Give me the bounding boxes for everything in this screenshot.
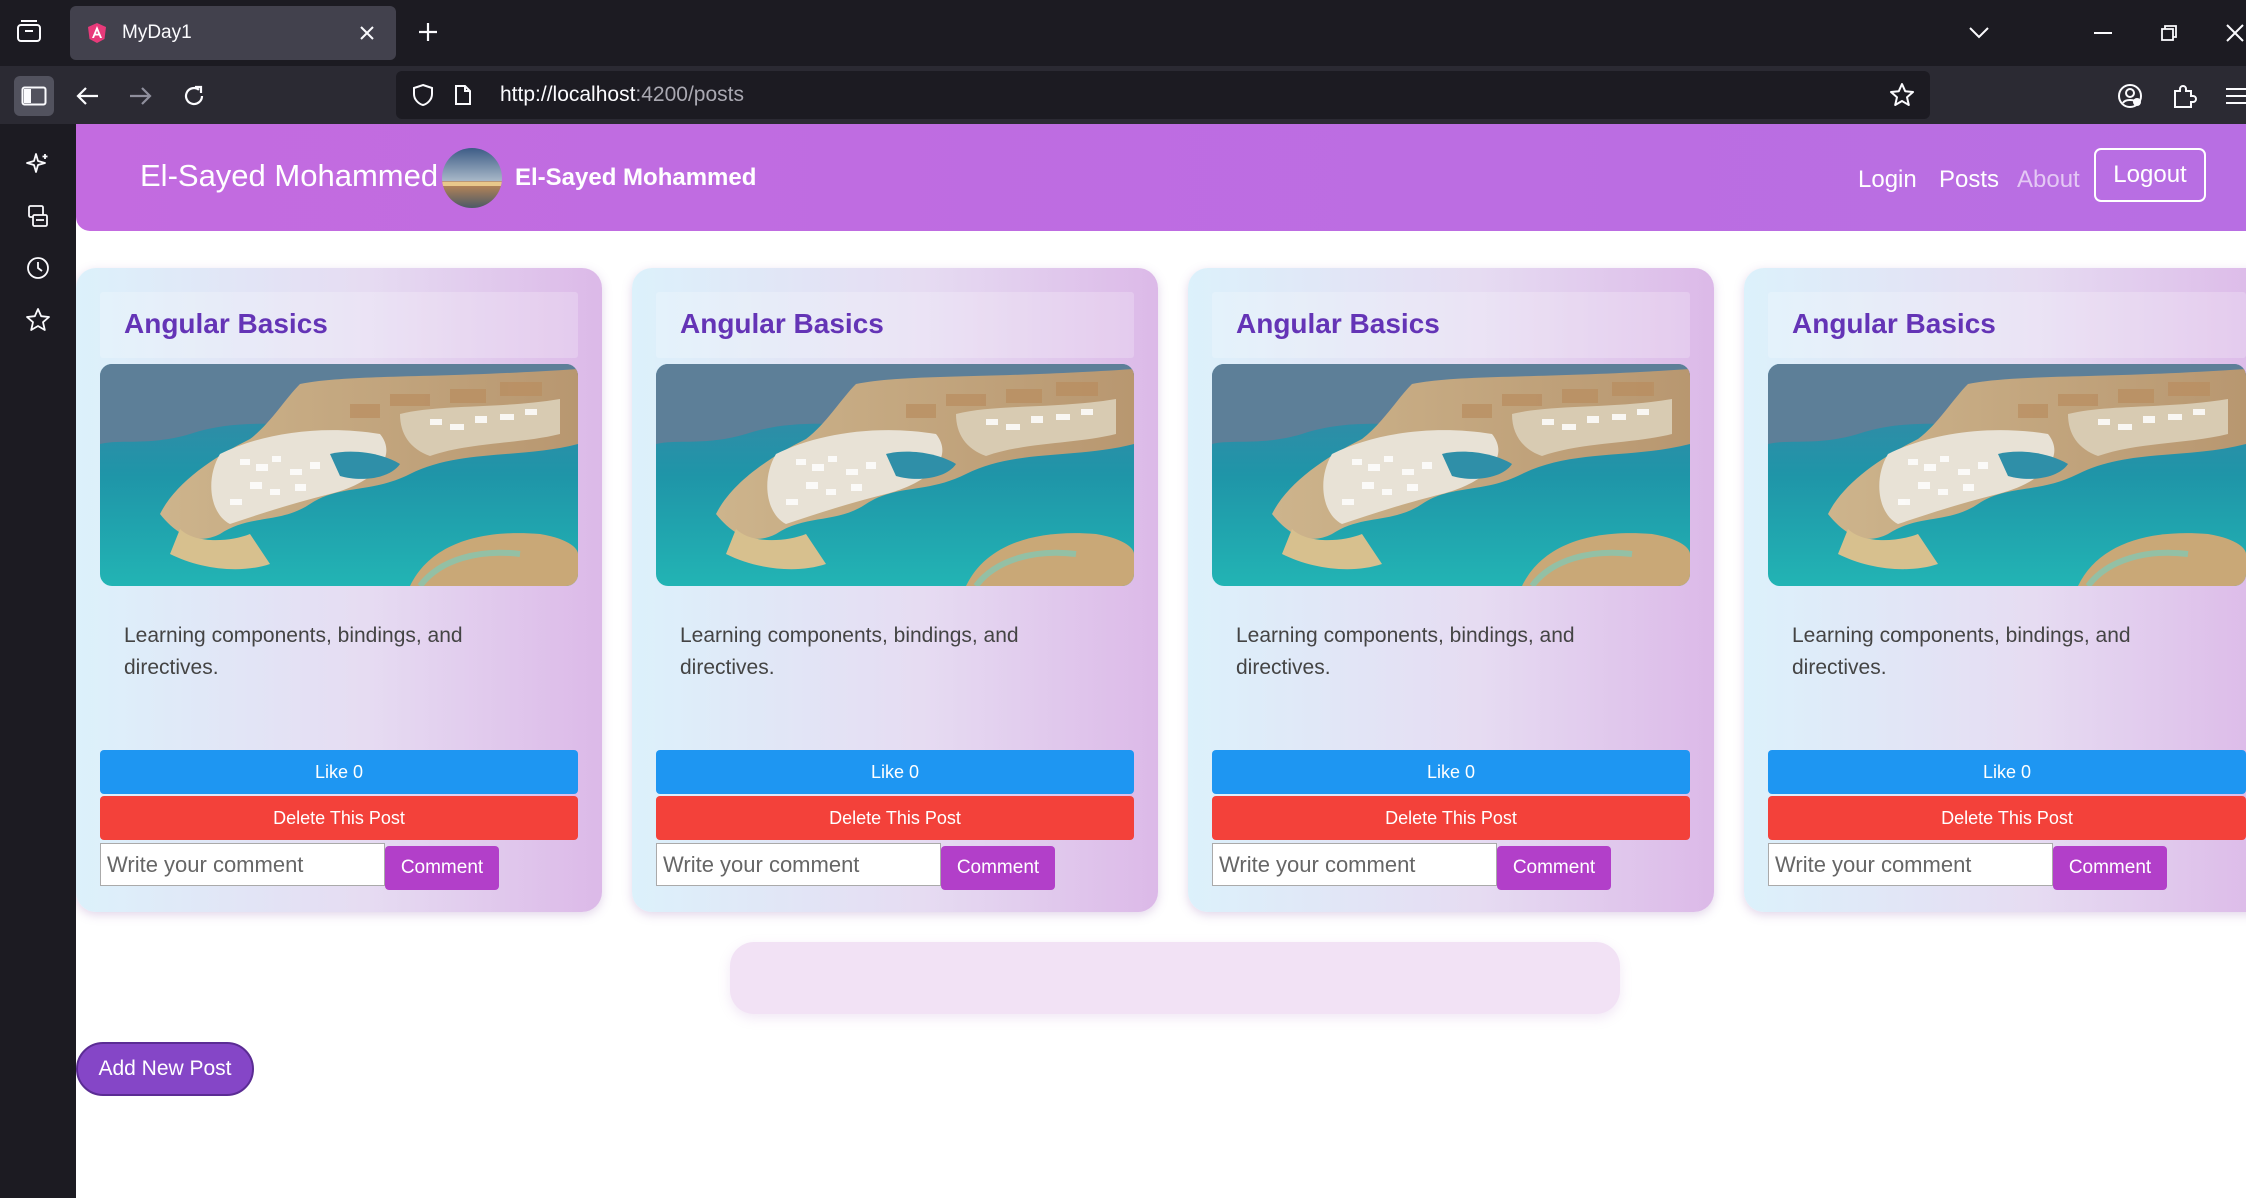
post-title-bar: Angular Basics bbox=[1768, 292, 2246, 358]
post-card: Angular Basics Learning components, bind… bbox=[1188, 268, 1714, 912]
comment-button[interactable]: Comment bbox=[1497, 846, 1611, 890]
sidebar-toggle-icon[interactable] bbox=[14, 76, 54, 116]
app-header: El-Sayed Mohammed El-Sayed Mohammed Logi… bbox=[76, 124, 2246, 231]
sparkle-ai-icon[interactable] bbox=[18, 144, 58, 184]
post-image bbox=[656, 364, 1134, 586]
tab-title: MyDay1 bbox=[122, 22, 192, 43]
browser-sidebar bbox=[0, 124, 76, 1198]
post-card: Angular Basics Learning components, bind… bbox=[632, 268, 1158, 912]
account-icon[interactable] bbox=[2110, 76, 2150, 116]
comment-input[interactable] bbox=[656, 843, 941, 886]
post-title: Angular Basics bbox=[1792, 308, 1996, 339]
post-title: Angular Basics bbox=[680, 308, 884, 339]
shield-icon[interactable] bbox=[408, 80, 438, 110]
post-card: Angular Basics Learning components, bind… bbox=[76, 268, 602, 912]
window-close-icon[interactable] bbox=[2218, 16, 2246, 50]
url-host: http://localhost bbox=[500, 83, 636, 106]
comment-button[interactable]: Comment bbox=[941, 846, 1055, 890]
address-bar[interactable]: http://localhost:4200/posts bbox=[396, 71, 1930, 119]
post-title: Angular Basics bbox=[124, 308, 328, 339]
browser-nav-bar: http://localhost:4200/posts bbox=[0, 66, 2246, 124]
post-title-bar: Angular Basics bbox=[656, 292, 1134, 358]
add-new-post-button[interactable]: Add New Post bbox=[76, 1042, 254, 1096]
post-card: Angular Basics Learning components, bind… bbox=[1744, 268, 2246, 912]
nav-login-link[interactable]: Login bbox=[1858, 166, 1917, 194]
angular-favicon-icon bbox=[86, 22, 108, 44]
browser-tab-bar: MyDay1 bbox=[0, 0, 2246, 66]
hamburger-menu-icon[interactable] bbox=[2216, 76, 2246, 116]
logout-button[interactable]: Logout bbox=[2094, 148, 2206, 202]
page-icon[interactable] bbox=[448, 80, 478, 110]
post-body: Learning components, bindings, and direc… bbox=[124, 624, 463, 679]
brand-name[interactable]: El-Sayed Mohammed bbox=[140, 158, 438, 194]
page-content: El-Sayed Mohammed El-Sayed Mohammed Logi… bbox=[76, 124, 2246, 1198]
synced-tabs-icon[interactable] bbox=[18, 196, 58, 236]
avatar bbox=[442, 148, 502, 208]
delete-post-button[interactable]: Delete This Post bbox=[656, 796, 1134, 840]
url-path: :4200/posts bbox=[635, 83, 745, 106]
post-title: Angular Basics bbox=[1236, 308, 1440, 339]
star-icon[interactable] bbox=[1884, 77, 1920, 113]
restore-icon[interactable] bbox=[2152, 16, 2186, 50]
post-title-bar: Angular Basics bbox=[100, 292, 578, 358]
bookmarks-star-icon[interactable] bbox=[18, 300, 58, 340]
comment-input[interactable] bbox=[1768, 843, 2053, 886]
history-clock-icon[interactable] bbox=[18, 248, 58, 288]
chevron-down-icon[interactable] bbox=[1962, 16, 1996, 50]
nav-about-link[interactable]: About bbox=[2017, 166, 2080, 194]
nav-posts-link[interactable]: Posts bbox=[1939, 166, 1999, 194]
post-image bbox=[1212, 364, 1690, 586]
comment-input[interactable] bbox=[1212, 843, 1497, 886]
post-image bbox=[1768, 364, 2246, 586]
url-text: http://localhost:4200/posts bbox=[500, 83, 1884, 107]
close-icon[interactable] bbox=[354, 20, 380, 46]
post-image bbox=[100, 364, 578, 586]
comment-input[interactable] bbox=[100, 843, 385, 886]
puzzle-icon[interactable] bbox=[2164, 76, 2204, 116]
post-body: Learning components, bindings, and direc… bbox=[680, 624, 1019, 679]
post-body: Learning components, bindings, and direc… bbox=[1792, 624, 2131, 679]
delete-post-button[interactable]: Delete This Post bbox=[100, 796, 578, 840]
delete-post-button[interactable]: Delete This Post bbox=[1768, 796, 2246, 840]
comments-panel bbox=[730, 942, 1620, 1014]
like-button[interactable]: Like 0 bbox=[100, 750, 578, 794]
user-name: El-Sayed Mohammed bbox=[515, 164, 757, 191]
comment-button[interactable]: Comment bbox=[385, 846, 499, 890]
comment-button[interactable]: Comment bbox=[2053, 846, 2167, 890]
like-button[interactable]: Like 0 bbox=[1768, 750, 2246, 794]
minimize-icon[interactable] bbox=[2086, 16, 2120, 50]
tab-list-icon[interactable] bbox=[12, 14, 46, 48]
forward-arrow-icon[interactable] bbox=[120, 76, 160, 116]
like-button[interactable]: Like 0 bbox=[1212, 750, 1690, 794]
reload-icon[interactable] bbox=[174, 76, 214, 116]
post-body: Learning components, bindings, and direc… bbox=[1236, 624, 1575, 679]
browser-tab[interactable]: MyDay1 bbox=[70, 6, 396, 60]
back-arrow-icon[interactable] bbox=[68, 76, 108, 116]
post-title-bar: Angular Basics bbox=[1212, 292, 1690, 358]
delete-post-button[interactable]: Delete This Post bbox=[1212, 796, 1690, 840]
plus-icon[interactable] bbox=[412, 16, 444, 48]
like-button[interactable]: Like 0 bbox=[656, 750, 1134, 794]
